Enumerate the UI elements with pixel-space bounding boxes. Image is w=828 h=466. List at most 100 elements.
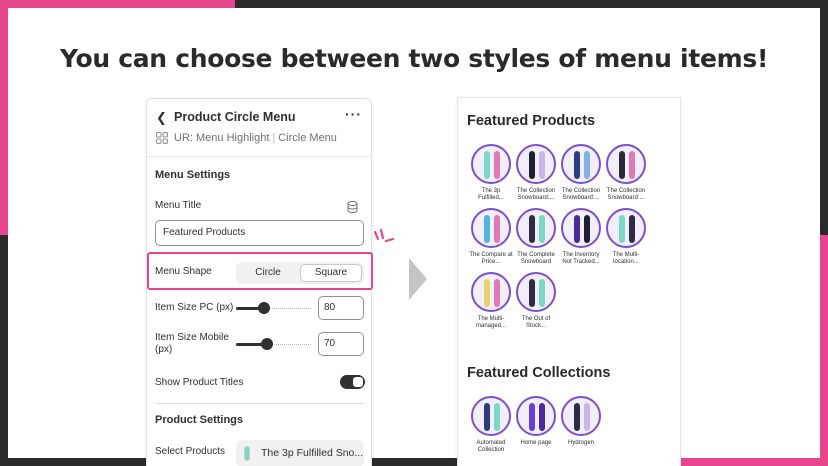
- decor-pink-bar-bottom: [680, 458, 828, 466]
- product-label: The Multi-location...: [612, 252, 640, 265]
- product-settings-heading: Product Settings: [155, 414, 244, 426]
- snowboard-graphic: [494, 151, 500, 179]
- select-products-label: Select Products: [155, 446, 226, 457]
- item-size-pc-slider[interactable]: [236, 301, 311, 315]
- product-image: [516, 272, 556, 312]
- product-item[interactable]: The Out of Stock...: [514, 272, 558, 330]
- snowboard-graphic: [539, 279, 545, 307]
- snowboard-graphic: [494, 403, 500, 431]
- section-divider: [155, 403, 364, 404]
- collection-item[interactable]: Home page: [514, 396, 558, 447]
- transition-arrow-icon: [409, 258, 427, 300]
- item-size-mobile-input[interactable]: 70: [318, 332, 364, 356]
- panel-header: ❮ Product Circle Menu ··· UR: Menu Highl…: [147, 99, 371, 157]
- menu-title-input[interactable]: Featured Products: [155, 220, 364, 246]
- product-image: [561, 208, 601, 248]
- show-titles-label: Show Product Titles: [155, 377, 244, 388]
- product-image: [516, 208, 556, 248]
- decor-pink-bar-right: [820, 235, 828, 466]
- product-image: [561, 144, 601, 184]
- decor-pink-bar-left: [0, 0, 8, 235]
- slide-canvas: [8, 8, 820, 458]
- product-image: [471, 272, 511, 312]
- snowboard-graphic: [584, 215, 590, 243]
- snowboard-graphic: [494, 279, 500, 307]
- block-name: Circle Menu: [278, 132, 337, 144]
- snowboard-graphic: [574, 403, 580, 431]
- product-thumbnail: [244, 446, 250, 461]
- slider-thumb[interactable]: [258, 302, 270, 314]
- collection-image: [516, 396, 556, 436]
- product-image: [471, 208, 511, 248]
- snowboard-graphic: [484, 151, 490, 179]
- menu-settings-heading: Menu Settings: [155, 169, 231, 181]
- menu-shape-highlight: [147, 252, 373, 290]
- show-titles-toggle[interactable]: [340, 375, 365, 389]
- product-item[interactable]: The Multi-managed...: [469, 272, 513, 330]
- snowboard-graphic: [584, 151, 590, 179]
- snowboard-graphic: [574, 215, 580, 243]
- collection-item[interactable]: Hydrogen: [559, 396, 603, 447]
- snowboard-graphic: [529, 279, 535, 307]
- item-size-pc-input[interactable]: 80: [318, 296, 364, 320]
- product-label: The Compare at Price...: [469, 252, 513, 265]
- product-image: [606, 144, 646, 184]
- item-size-mobile-slider[interactable]: [236, 337, 311, 351]
- snowboard-graphic: [539, 215, 545, 243]
- selected-product-name: The 3p Fulfilled Sno...: [261, 447, 364, 459]
- slider-track: [264, 308, 311, 309]
- back-arrow-icon[interactable]: ❮: [156, 110, 167, 126]
- snowboard-graphic: [629, 151, 635, 179]
- product-item[interactable]: The Collection Snowboard:...: [604, 144, 648, 202]
- collection-label: Hydrogen: [567, 440, 594, 446]
- snowboard-graphic: [529, 151, 535, 179]
- product-item[interactable]: The Complete Snowboard: [514, 208, 558, 266]
- product-item[interactable]: The Compare at Price...: [469, 208, 513, 266]
- item-size-mobile-label: Item Size Mobile (px): [155, 332, 229, 355]
- featured-collections-title: Featured Collections: [467, 365, 611, 381]
- collection-label: Home page: [520, 440, 552, 446]
- collection-image: [471, 396, 511, 436]
- product-label: The Out of Stock...: [521, 316, 551, 329]
- collection-image: [561, 396, 601, 436]
- product-label: The Collection Snowboard:...: [606, 188, 646, 201]
- snowboard-graphic: [484, 279, 490, 307]
- select-products-field[interactable]: The 3p Fulfilled Sno...: [236, 440, 364, 466]
- product-item[interactable]: The Collection Snowboard:...: [514, 144, 558, 202]
- snowboard-graphic: [619, 151, 625, 179]
- product-image: [606, 208, 646, 248]
- sparkle-icon: [373, 228, 395, 243]
- storefront-preview: Featured Products The 3p Fulfilled... The…: [457, 97, 681, 466]
- product-label: The Inventory Not Tracked...: [562, 252, 600, 265]
- collection-item[interactable]: Automated Collection: [469, 396, 513, 454]
- snowboard-graphic: [494, 215, 500, 243]
- snowboard-graphic: [629, 215, 635, 243]
- menu-title-label: Menu Title: [155, 200, 202, 211]
- headline: You can choose between two styles of men…: [59, 44, 769, 73]
- dynamic-source-icon[interactable]: [347, 201, 358, 213]
- snowboard-graphic: [539, 403, 545, 431]
- snowboard-graphic: [584, 403, 590, 431]
- product-item[interactable]: The Multi-location...: [604, 208, 648, 266]
- app-name: UR: Menu Highlight: [174, 132, 270, 144]
- product-label: The Collection Snowboard:...: [561, 188, 601, 201]
- snowboard-graphic: [539, 151, 545, 179]
- snowboard-graphic: [574, 151, 580, 179]
- snowboard-graphic: [484, 215, 490, 243]
- product-image: [471, 144, 511, 184]
- product-label: The 3p Fulfilled...: [478, 188, 504, 201]
- panel-title: Product Circle Menu: [174, 110, 296, 124]
- product-item[interactable]: The 3p Fulfilled...: [469, 144, 513, 202]
- snowboard-graphic: [619, 215, 625, 243]
- slider-thumb[interactable]: [261, 338, 273, 350]
- panel-subtitle: UR: Menu Highlight | Circle Menu: [174, 132, 337, 144]
- slider-track: [267, 344, 311, 345]
- product-image: [516, 144, 556, 184]
- product-item[interactable]: The Inventory Not Tracked...: [559, 208, 603, 266]
- snowboard-graphic: [484, 403, 490, 431]
- collection-label: Automated Collection: [476, 440, 506, 453]
- snowboard-graphic: [529, 403, 535, 431]
- product-item[interactable]: The Collection Snowboard:...: [559, 144, 603, 202]
- more-options-icon[interactable]: ···: [345, 106, 362, 122]
- product-label: The Multi-managed...: [475, 316, 507, 329]
